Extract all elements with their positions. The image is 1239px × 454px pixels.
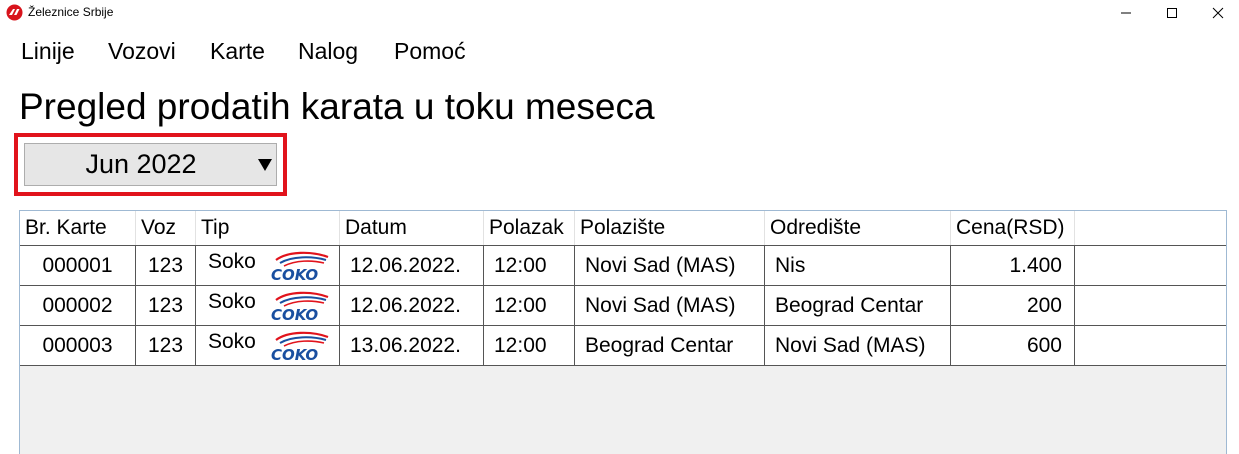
col-header-polaziste[interactable]: Polazište bbox=[575, 211, 765, 245]
cell-odrediste: Novi Sad (MAS) bbox=[765, 326, 951, 365]
cell-cena: 1.400 bbox=[951, 246, 1075, 285]
col-header-datum[interactable]: Datum bbox=[340, 211, 484, 245]
window-title: Železnice Srbije bbox=[28, 5, 114, 19]
cell-tip: Soko COKO bbox=[196, 246, 340, 285]
menu-linije[interactable]: Linije bbox=[21, 36, 75, 66]
app-logo-icon bbox=[6, 4, 23, 21]
window-title-bar: Železnice Srbije bbox=[0, 0, 1239, 26]
menu-nalog[interactable]: Nalog bbox=[298, 36, 358, 66]
cell-voz: 123 bbox=[136, 246, 196, 285]
tickets-table[interactable]: Br. Karte Voz Tip Datum Polazak Polazišt… bbox=[19, 210, 1227, 454]
cell-datum: 13.06.2022. bbox=[340, 326, 484, 365]
menu-karte[interactable]: Karte bbox=[210, 36, 265, 66]
maximize-icon bbox=[1167, 8, 1177, 18]
svg-text:COKO: COKO bbox=[271, 266, 318, 282]
cell-datum: 12.06.2022. bbox=[340, 246, 484, 285]
cell-tip-text: Soko bbox=[208, 330, 256, 353]
cell-br-karte: 000003 bbox=[20, 326, 136, 365]
cell-tip: Soko COKO bbox=[196, 286, 340, 325]
cell-datum: 12.06.2022. bbox=[340, 286, 484, 325]
col-header-br-karte[interactable]: Br. Karte bbox=[20, 211, 136, 245]
cell-polaziste: Novi Sad (MAS) bbox=[575, 246, 765, 285]
table-header: Br. Karte Voz Tip Datum Polazak Polazišt… bbox=[20, 211, 1226, 245]
cell-polazak: 12:00 bbox=[484, 286, 575, 325]
cell-polazak: 12:00 bbox=[484, 246, 575, 285]
cell-cena: 600 bbox=[951, 326, 1075, 365]
minimize-button[interactable] bbox=[1103, 0, 1149, 26]
month-select-highlight: Jun 2022 bbox=[14, 133, 287, 196]
cell-odrediste: Beograd Centar bbox=[765, 286, 951, 325]
cell-polaziste: Novi Sad (MAS) bbox=[575, 286, 765, 325]
table-bottom-border bbox=[20, 365, 1226, 366]
dropdown-arrow-icon bbox=[257, 158, 273, 177]
col-header-cena[interactable]: Cena(RSD) bbox=[951, 211, 1075, 245]
close-button[interactable] bbox=[1195, 0, 1239, 26]
col-header-polazak[interactable]: Polazak bbox=[484, 211, 575, 245]
minimize-icon bbox=[1121, 12, 1131, 14]
menu-pomoc[interactable]: Pomoć bbox=[394, 36, 466, 66]
cell-tip-text: Soko bbox=[208, 250, 256, 273]
svg-text:COKO: COKO bbox=[271, 346, 318, 362]
cell-polazak: 12:00 bbox=[484, 326, 575, 365]
month-select[interactable]: Jun 2022 bbox=[24, 143, 277, 186]
table-row[interactable]: 000003 123 Soko COKO 13.06.2022. 12:00 B… bbox=[20, 325, 1226, 365]
menu-vozovi[interactable]: Vozovi bbox=[108, 36, 176, 66]
cell-cena: 200 bbox=[951, 286, 1075, 325]
soko-train-logo-icon: COKO bbox=[271, 251, 329, 282]
table-row[interactable]: 000002 123 Soko COKO 12.06.2022. 12:00 N… bbox=[20, 285, 1226, 325]
cell-voz: 123 bbox=[136, 326, 196, 365]
cell-voz: 123 bbox=[136, 286, 196, 325]
cell-br-karte: 000001 bbox=[20, 246, 136, 285]
cell-tip: Soko COKO bbox=[196, 326, 340, 365]
table-row[interactable]: 000001 123 Soko COKO 12.06.2022. 12:00 N… bbox=[20, 245, 1226, 285]
cell-odrediste: Nis bbox=[765, 246, 951, 285]
col-header-odrediste[interactable]: Odredište bbox=[765, 211, 951, 245]
cell-tip-text: Soko bbox=[208, 290, 256, 313]
maximize-button[interactable] bbox=[1149, 0, 1195, 26]
soko-train-logo-icon: COKO bbox=[271, 331, 329, 362]
soko-train-logo-icon: COKO bbox=[271, 291, 329, 322]
svg-text:COKO: COKO bbox=[271, 306, 318, 322]
month-select-value: Jun 2022 bbox=[85, 149, 197, 179]
cell-br-karte: 000002 bbox=[20, 286, 136, 325]
cell-polaziste: Beograd Centar bbox=[575, 326, 765, 365]
close-icon bbox=[1212, 7, 1224, 19]
col-header-voz[interactable]: Voz bbox=[136, 211, 196, 245]
page-title: Pregled prodatih karata u toku meseca bbox=[19, 86, 655, 127]
col-header-tip[interactable]: Tip bbox=[196, 211, 340, 245]
menu-bar: Linije Vozovi Karte Nalog Pomoć bbox=[0, 36, 1239, 68]
